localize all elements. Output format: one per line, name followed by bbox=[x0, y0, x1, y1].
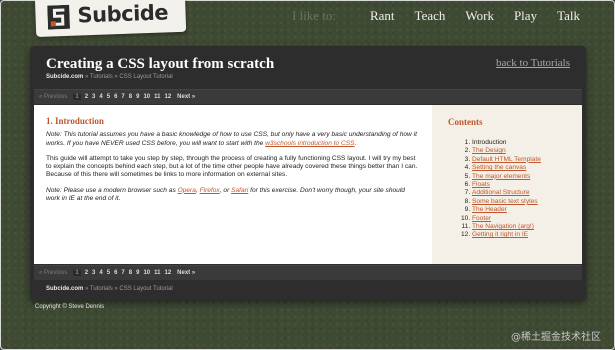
page-link-9[interactable]: 9 bbox=[136, 270, 139, 276]
breadcrumb-tutorials[interactable]: Tutorials bbox=[90, 74, 113, 80]
contents-link[interactable]: Footer bbox=[472, 215, 491, 222]
contents-item-current: Introduction bbox=[472, 139, 572, 147]
page-link-7[interactable]: 7 bbox=[121, 270, 124, 276]
contents-item: Some basic text styles bbox=[472, 198, 572, 206]
nav-item-play[interactable]: Play bbox=[514, 8, 537, 24]
main-panel: Creating a CSS layout from scratch Subci… bbox=[30, 46, 586, 300]
contents-item: The Header bbox=[472, 206, 572, 214]
contents-item: Footer bbox=[472, 215, 572, 223]
pagination-previous: « Previous bbox=[39, 270, 68, 276]
note-text: Note: This tutorial assumes you have a b… bbox=[46, 131, 417, 147]
contents-item-label: Introduction bbox=[472, 139, 507, 146]
nav-item-talk[interactable]: Talk bbox=[557, 8, 580, 24]
page-link-11[interactable]: 11 bbox=[154, 270, 160, 276]
contents-link[interactable]: The Navigation (arg!) bbox=[472, 223, 534, 230]
note-text-end: . bbox=[354, 139, 357, 147]
pagination-next[interactable]: Next » bbox=[177, 270, 195, 276]
contents-link[interactable]: Default HTML Template bbox=[472, 156, 541, 163]
contents-item: Setting the canvas bbox=[472, 164, 572, 172]
page-link-10[interactable]: 10 bbox=[143, 270, 150, 276]
page-link-6[interactable]: 6 bbox=[114, 270, 117, 276]
pagination-previous: « Previous bbox=[39, 94, 68, 100]
page-link-5[interactable]: 5 bbox=[107, 270, 110, 276]
page-link-2[interactable]: 2 bbox=[85, 270, 88, 276]
w3schools-link[interactable]: w3schools introduction to CSS bbox=[265, 140, 354, 147]
contents-link[interactable]: Additional Structure bbox=[472, 189, 530, 196]
contents-link[interactable]: Floats bbox=[472, 181, 490, 188]
contents-link[interactable]: The major elements bbox=[472, 173, 530, 180]
main-nav: I like to: Rant Teach Work Play Talk bbox=[292, 8, 580, 24]
page-link-1: 1 bbox=[73, 270, 81, 276]
page-link-5[interactable]: 5 bbox=[107, 94, 110, 100]
footer-breadcrumb: Subcide.com » Tutorials » CSS Layout Tut… bbox=[46, 286, 173, 292]
contents-item: The Navigation (arg!) bbox=[472, 223, 572, 231]
contents-item: Default HTML Template bbox=[472, 156, 572, 164]
site-logo[interactable]: Subcide bbox=[35, 0, 187, 37]
watermark: @稀土掘金技术社区 bbox=[511, 332, 601, 343]
page-header: Creating a CSS layout from scratch Subci… bbox=[30, 46, 586, 88]
opera-link[interactable]: Opera bbox=[178, 187, 196, 194]
page-link-8[interactable]: 8 bbox=[129, 270, 132, 276]
page-link-11[interactable]: 11 bbox=[154, 94, 160, 100]
contents-link[interactable]: The Header bbox=[472, 206, 507, 213]
contents-item: Additional Structure bbox=[472, 189, 572, 197]
contents-item: Floats bbox=[472, 181, 572, 189]
page-title: Creating a CSS layout from scratch bbox=[46, 56, 275, 72]
page-link-9[interactable]: 9 bbox=[136, 94, 139, 100]
pagination-top: « Previous 1 2 3 4 5 6 7 8 9 10 11 12 Ne… bbox=[34, 89, 582, 104]
page-link-7[interactable]: 7 bbox=[121, 94, 124, 100]
subcide-logo-icon bbox=[47, 4, 71, 30]
contents-heading: Contents bbox=[448, 117, 483, 127]
contents-item: The major elements bbox=[472, 173, 572, 181]
page-link-2[interactable]: 2 bbox=[85, 94, 88, 100]
contents-list: Introduction The Design Default HTML Tem… bbox=[448, 139, 572, 240]
nav-item-rant[interactable]: Rant bbox=[370, 8, 395, 24]
article-heading: 1. Introduction bbox=[46, 116, 104, 126]
page-link-4[interactable]: 4 bbox=[99, 94, 102, 100]
nav-item-teach[interactable]: Teach bbox=[415, 8, 446, 24]
back-to-tutorials-link[interactable]: back to Tutorials bbox=[496, 57, 570, 69]
pagination-next[interactable]: Next » bbox=[177, 94, 195, 100]
breadcrumb: Subcide.com » Tutorials » CSS Layout Tut… bbox=[46, 74, 173, 80]
breadcrumb-home[interactable]: Subcide.com bbox=[46, 74, 83, 80]
firefox-link[interactable]: Firefox bbox=[200, 187, 220, 194]
contents-link[interactable]: Getting it right in IE bbox=[472, 231, 528, 238]
page-link-3[interactable]: 3 bbox=[92, 270, 95, 276]
page-link-10[interactable]: 10 bbox=[143, 94, 150, 100]
footer-breadcrumb-bar: Subcide.com » Tutorials » CSS Layout Tut… bbox=[30, 282, 586, 300]
contents-sidebar: Contents Introduction The Design Default… bbox=[432, 105, 582, 264]
article-note-browser: Note: Please use a modern browser such a… bbox=[46, 187, 420, 204]
breadcrumb-current: CSS Layout Tutorial bbox=[119, 286, 173, 292]
page-link-4[interactable]: 4 bbox=[99, 270, 102, 276]
page-link-8[interactable]: 8 bbox=[129, 94, 132, 100]
page-link-12[interactable]: 12 bbox=[164, 94, 171, 100]
note-separator: , or bbox=[219, 186, 232, 194]
note-text: Note: Please use a modern browser such a… bbox=[46, 186, 178, 194]
copyright-text: Copyright © Steve Dennis bbox=[35, 304, 105, 310]
safari-link[interactable]: Safari bbox=[231, 187, 248, 194]
nav-like-label: I like to: bbox=[291, 8, 336, 23]
article-intro-paragraph: This guide will attempt to take you step… bbox=[46, 154, 418, 179]
page-link-1: 1 bbox=[73, 94, 81, 100]
pagination-bottom: « Previous 1 2 3 4 5 6 7 8 9 10 11 12 Ne… bbox=[34, 265, 582, 280]
contents-link[interactable]: The Design bbox=[472, 147, 506, 154]
nav-item-work[interactable]: Work bbox=[465, 8, 494, 24]
contents-link[interactable]: Setting the canvas bbox=[472, 164, 526, 171]
page-link-3[interactable]: 3 bbox=[92, 94, 95, 100]
site-name: Subcide bbox=[77, 0, 169, 28]
breadcrumb-tutorials[interactable]: Tutorials bbox=[90, 286, 113, 292]
contents-item: Getting it right in IE bbox=[472, 231, 572, 239]
breadcrumb-current: CSS Layout Tutorial bbox=[119, 74, 173, 80]
page-link-12[interactable]: 12 bbox=[164, 270, 171, 276]
contents-item: The Design bbox=[472, 147, 572, 155]
article: 1. Introduction Note: This tutorial assu… bbox=[34, 105, 432, 264]
page-link-6[interactable]: 6 bbox=[114, 94, 117, 100]
article-note-css: Note: This tutorial assumes you have a b… bbox=[46, 131, 420, 148]
contents-link[interactable]: Some basic text styles bbox=[472, 198, 538, 205]
breadcrumb-home[interactable]: Subcide.com bbox=[46, 286, 83, 292]
content-area: 1. Introduction Note: This tutorial assu… bbox=[34, 105, 582, 264]
